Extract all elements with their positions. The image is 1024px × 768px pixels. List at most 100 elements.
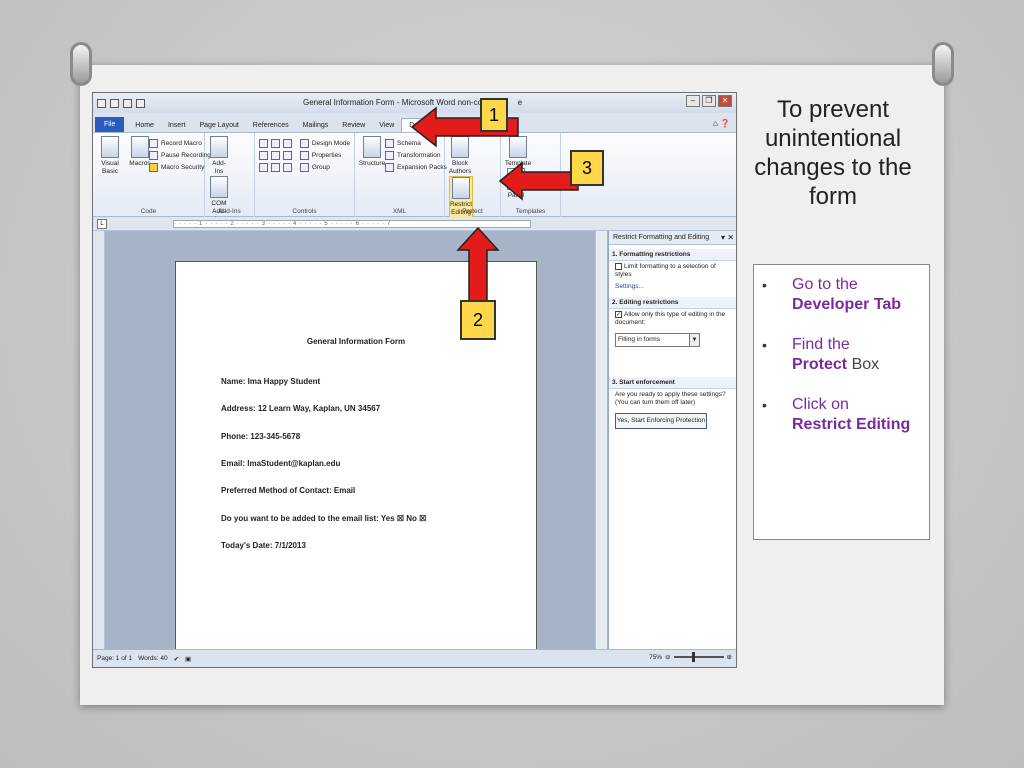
proofing-icon[interactable]: ✔ bbox=[174, 655, 179, 663]
tab-selector[interactable]: L bbox=[97, 219, 107, 229]
save-icon[interactable] bbox=[110, 98, 119, 108]
restrict-editing-pane: Restrict Formatting and Editing ▾ ✕ 1. F… bbox=[608, 231, 736, 651]
tab-insert[interactable]: Insert bbox=[161, 119, 193, 132]
slide-heading: To prevent unintentional changes to the … bbox=[754, 96, 912, 210]
visual-basic-icon bbox=[101, 136, 119, 158]
tab-references[interactable]: References bbox=[246, 119, 296, 132]
pause-recording-button[interactable]: Pause Recording bbox=[149, 149, 211, 161]
tab-home[interactable]: Home bbox=[128, 119, 161, 132]
callout-1: 1 bbox=[480, 98, 508, 132]
arrow-3-icon bbox=[498, 161, 579, 201]
design-mode-button[interactable]: Design Mode bbox=[312, 140, 350, 147]
properties-button[interactable]: Properties bbox=[312, 152, 342, 159]
start-enforcing-button[interactable]: Yes, Start Enforcing Protection bbox=[615, 413, 707, 430]
word-window: General Information Form - Microsoft Wor… bbox=[92, 92, 737, 668]
doc-line-email[interactable]: Email: ImaStudent@kaplan.edu bbox=[221, 459, 340, 468]
doc-line-date[interactable]: Today's Date: 7/1/2013 bbox=[221, 541, 306, 550]
bullet-dot: • bbox=[762, 397, 767, 413]
dropdown-list-icon[interactable] bbox=[283, 150, 292, 160]
group-controls: Design Mode Properties Group Controls bbox=[255, 133, 355, 217]
macro-security-button[interactable]: Macro Security bbox=[149, 161, 211, 173]
zoom-out-icon[interactable]: ⊖ bbox=[665, 653, 670, 661]
undo-icon[interactable] bbox=[123, 98, 132, 108]
callout-2: 2 bbox=[460, 300, 496, 340]
controls-row-2: Properties bbox=[259, 149, 350, 161]
start-enforcement-heading: 3. Start enforcement bbox=[609, 377, 736, 390]
bullet-protect-box: • Find the Protect Box bbox=[762, 336, 880, 373]
doc-line-address[interactable]: Address: 12 Learn Way, Kaplan, UN 34567 bbox=[221, 404, 380, 413]
legacy-tools-icon[interactable] bbox=[283, 162, 292, 172]
minimize-button[interactable]: – bbox=[686, 95, 700, 107]
plain-text-icon[interactable] bbox=[271, 138, 280, 148]
doc-line-phone[interactable]: Phone: 123-345-5678 bbox=[221, 432, 300, 441]
vertical-ruler bbox=[93, 231, 105, 651]
group-code: Visual Basic Macros Record Macro Pause R… bbox=[93, 133, 211, 217]
zoom-in-icon[interactable]: ⊕ bbox=[727, 653, 732, 661]
zoom-slider[interactable] bbox=[673, 652, 724, 662]
macros-icon bbox=[130, 136, 149, 158]
date-picker-icon[interactable] bbox=[259, 162, 268, 172]
bullet-dot: • bbox=[762, 277, 767, 293]
doc-line-email-list[interactable]: Do you want to be added to the email lis… bbox=[221, 514, 426, 523]
building-block-icon[interactable] bbox=[259, 150, 268, 160]
editing-type-select[interactable]: Filling in forms ▼ bbox=[615, 333, 700, 348]
arrow-2-icon bbox=[456, 226, 500, 303]
allow-editing-option[interactable]: ✓ Allow only this type of editing in the … bbox=[609, 309, 736, 329]
combo-box-icon[interactable] bbox=[271, 150, 280, 160]
record-macro-button[interactable]: Record Macro bbox=[149, 137, 211, 149]
editing-restrictions-heading: 2. Editing restrictions bbox=[609, 297, 736, 310]
restore-button[interactable]: ❐ bbox=[702, 95, 716, 107]
visual-basic-button[interactable]: Visual Basic bbox=[97, 136, 123, 176]
zoom-control: 75% ⊖ ⊕ bbox=[649, 652, 732, 662]
structure-button[interactable]: Structure bbox=[359, 136, 385, 168]
word-icon[interactable] bbox=[97, 98, 106, 108]
status-bar: Page: 1 of 1 Words: 40 ✔ ▣ 75% ⊖ ⊕ bbox=[93, 649, 736, 667]
checkbox-icon[interactable] bbox=[271, 162, 280, 172]
settings-link[interactable]: Settings... bbox=[609, 281, 736, 293]
expansion-packs-button[interactable]: Expansion Packs bbox=[385, 161, 447, 173]
pane-close-icon[interactable]: ▾ ✕ bbox=[721, 233, 734, 242]
structure-icon bbox=[363, 136, 381, 158]
close-button[interactable]: ✕ bbox=[718, 95, 732, 107]
tab-page-layout[interactable]: Page Layout bbox=[192, 119, 245, 132]
limit-formatting-checkbox[interactable] bbox=[615, 263, 622, 270]
expansion-packs-icon bbox=[385, 162, 394, 172]
picture-icon[interactable] bbox=[283, 138, 292, 148]
help-icon[interactable]: ⌂ ❓ bbox=[713, 119, 730, 128]
page-count[interactable]: Page: 1 of 1 bbox=[97, 655, 132, 662]
bullet-list: • Go to the Developer Tab • Find the Pro… bbox=[753, 264, 930, 540]
word-count[interactable]: Words: 40 bbox=[138, 655, 168, 662]
tab-file[interactable]: File bbox=[95, 117, 125, 132]
chevron-down-icon[interactable]: ▼ bbox=[689, 334, 699, 347]
addins-button[interactable]: Add-Ins bbox=[209, 136, 229, 176]
doc-line-contact[interactable]: Preferred Method of Contact: Email bbox=[221, 486, 355, 495]
rich-text-icon[interactable] bbox=[259, 138, 268, 148]
tab-review[interactable]: Review bbox=[335, 119, 372, 132]
tab-view[interactable]: View bbox=[372, 119, 401, 132]
transformation-icon bbox=[385, 150, 394, 160]
macro-record-icon[interactable]: ▣ bbox=[185, 655, 191, 663]
binder-ring-left bbox=[70, 42, 92, 86]
formatting-restrictions-heading: 1. Formatting restrictions bbox=[609, 249, 736, 261]
controls-row-1: Design Mode bbox=[259, 137, 350, 149]
binder-ring-right bbox=[932, 42, 954, 86]
redo-icon[interactable] bbox=[136, 98, 145, 108]
callout-3: 3 bbox=[570, 150, 604, 186]
tab-mailings[interactable]: Mailings bbox=[296, 119, 336, 132]
schema-icon bbox=[385, 138, 394, 148]
group-button[interactable]: Group bbox=[312, 164, 330, 171]
pane-title: Restrict Formatting and Editing ▾ ✕ bbox=[609, 231, 736, 245]
com-addins-icon bbox=[210, 176, 228, 198]
group-icon bbox=[299, 162, 309, 172]
allow-editing-checkbox[interactable]: ✓ bbox=[615, 311, 622, 319]
window-controls: – ❐ ✕ bbox=[686, 95, 732, 107]
zoom-level[interactable]: 75% bbox=[649, 654, 662, 661]
transformation-button[interactable]: Transformation bbox=[385, 149, 447, 161]
limit-formatting-option[interactable]: Limit formatting to a selection of style… bbox=[609, 261, 736, 281]
ruler-bar[interactable]: ·····1·····2·····3·····4·····5·····6····… bbox=[173, 220, 531, 228]
document-area: General Information Form Name: Ima Happy… bbox=[93, 231, 608, 667]
pause-icon bbox=[149, 150, 158, 160]
doc-line-name[interactable]: Name: Ima Happy Student bbox=[221, 377, 320, 386]
vertical-scrollbar[interactable] bbox=[595, 231, 607, 651]
bullet-dot: • bbox=[762, 337, 767, 353]
